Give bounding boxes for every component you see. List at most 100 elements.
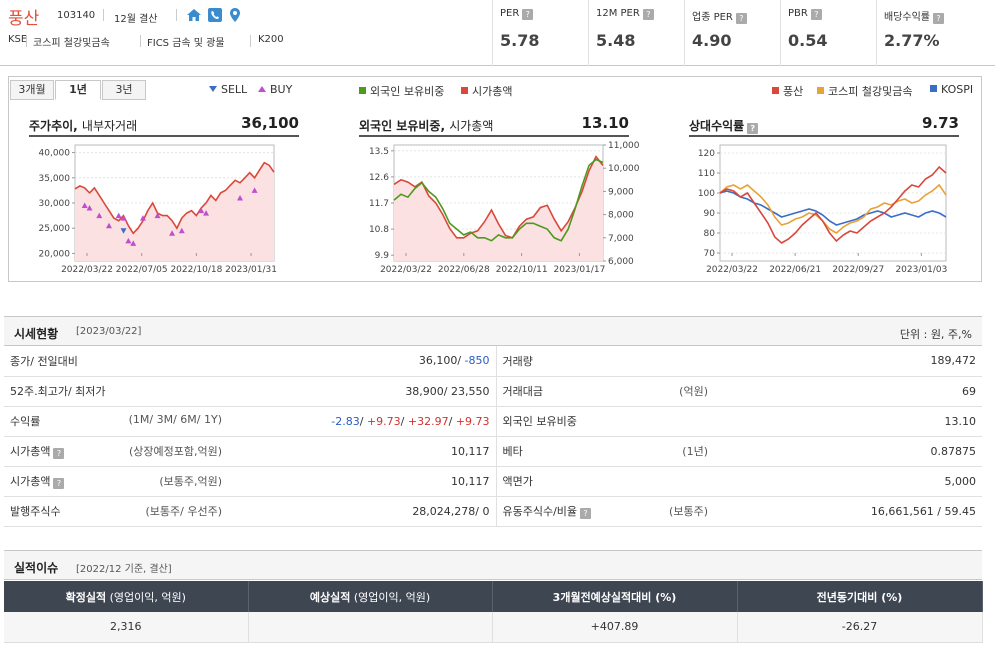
- y-tick-label-right: 8,000: [608, 211, 634, 221]
- stat-table: 종가/ 전일대비 36,100/ -850 거래량 189,472 52주.최고…: [4, 346, 982, 527]
- y-tick-label: 25,000: [39, 224, 71, 234]
- metric-value: 0.54: [788, 31, 828, 50]
- y-tick-label: 9.9: [375, 251, 390, 261]
- sell-marker-icon: [209, 86, 217, 92]
- y-tick-label: 13.5: [369, 147, 389, 157]
- metric-label: 12M PER: [596, 8, 640, 19]
- legend-kospi: KOSPI: [930, 83, 973, 96]
- header-divider: [26, 35, 27, 47]
- x-tick-label: 2022/06/21: [769, 265, 821, 275]
- legend-buy: BUY: [258, 83, 292, 96]
- x-tick-label: 2022/06/28: [438, 265, 490, 275]
- market-tag: KSE: [8, 34, 28, 45]
- legend-sell: SELL: [209, 83, 247, 96]
- company-name[interactable]: 풍산: [8, 4, 39, 29]
- table-row: 수익률 (1M/ 3M/ 6M/ 1Y) -2.83/ +9.73/ +32.97…: [4, 406, 982, 437]
- earnings-table: 확정실적 (영업이익, 억원) 예상실적 (영업이익, 억원) 3개월전예상실적…: [4, 581, 983, 643]
- help-icon[interactable]: ?: [53, 478, 65, 489]
- stat-label: 발행주식수 (보통주/ 우선주): [4, 496, 228, 527]
- phone-icon[interactable]: [207, 7, 223, 23]
- unit-label: 단위 : 원, 주,%: [899, 328, 972, 341]
- tab-3m[interactable]: 3개월: [10, 80, 54, 100]
- stat-label: 유동주식수/비율? (보통주): [496, 496, 714, 527]
- company-code: 103140: [57, 10, 96, 21]
- table-header-row: 확정실적 (영업이익, 억원) 예상실적 (영업이익, 억원) 3개월전예상실적…: [4, 581, 983, 612]
- earnings-section-header: 실적이슈 [2022/12 기준, 결산]: [4, 550, 982, 580]
- y-tick-label: 90: [704, 209, 716, 219]
- stat-label: 베타 (1년): [496, 436, 714, 467]
- metric-label: 배당수익률: [884, 12, 930, 23]
- header-divider: [176, 9, 177, 21]
- help-icon[interactable]: ?: [735, 13, 747, 24]
- y-tick-label: 70: [704, 249, 716, 259]
- x-tick-label: 2022/03/22: [61, 265, 113, 275]
- stat-value: 10,117: [228, 466, 497, 497]
- table-row: 시가총액? (상장예정포함,억원) 10,117 베타 (1년) 0.87875: [4, 436, 982, 467]
- stat-value: 16,661,561 / 59.45: [714, 496, 982, 527]
- y-tick-label-right: 6,000: [608, 257, 634, 267]
- foreign-ratio-chart: 13.5 12.6 11.7 10.8 9.9 11,000 10,000 9,000 8,00…: [369, 141, 640, 275]
- tab-1y[interactable]: 1년: [55, 80, 101, 100]
- y-tick-label: 80: [704, 229, 716, 239]
- help-icon[interactable]: ?: [522, 9, 534, 20]
- help-icon[interactable]: ?: [642, 9, 654, 20]
- section-title: 실적이슈: [14, 561, 59, 575]
- legend-poongsan: 풍산: [772, 83, 803, 99]
- stat-value: 28,024,278/ 0: [228, 496, 497, 527]
- section-date: [2023/03/22]: [76, 326, 142, 337]
- help-icon[interactable]: ?: [53, 448, 65, 459]
- help-icon[interactable]: ?: [810, 9, 822, 20]
- metric-dividend-yield: 배당수익률? 2.77%: [876, 0, 995, 66]
- map-pin-icon[interactable]: [227, 7, 243, 23]
- stat-label: 시가총액? (상장예정포함,억원): [4, 436, 228, 467]
- legend-foreign-ratio: 외국인 보유비중: [359, 83, 444, 99]
- metric-label: PER: [500, 8, 520, 19]
- y-tick-label: 20,000: [39, 249, 71, 259]
- y-tick-label: 30,000: [39, 199, 71, 209]
- fics-tag[interactable]: FICS 금속 및 광물: [147, 34, 225, 49]
- header-divider: [140, 35, 141, 47]
- stat-value: 189,472: [714, 346, 982, 377]
- stat-label: 액면가: [496, 466, 714, 497]
- sector-tag[interactable]: 코스피 철강및금속: [33, 34, 110, 49]
- return-values: -2.83/ +9.73/ +32.97/ +9.73: [228, 406, 497, 437]
- table-row: 종가/ 전일대비 36,100/ -850 거래량 189,472: [4, 346, 982, 377]
- section-title: 시세현황: [14, 327, 59, 341]
- x-tick-label: 2023/01/03: [895, 265, 947, 275]
- y-tick-label: 11.7: [369, 199, 389, 209]
- stat-value: 5,000: [714, 466, 982, 497]
- help-icon[interactable]: ?: [933, 13, 944, 24]
- legend-sector: 코스피 철강및금속: [817, 83, 912, 99]
- stat-value: 10,117: [228, 436, 497, 467]
- stat-value: 38,900/ 23,550: [228, 376, 497, 407]
- metric-sector-per: 업종 PER? 4.90: [684, 0, 780, 66]
- fiscal-label: 12월 결산: [114, 14, 158, 25]
- column-header: 예상실적 (영업이익, 억원): [248, 581, 493, 612]
- y-tick-label: 100: [698, 189, 715, 199]
- x-tick-label: 2023/01/31: [225, 265, 277, 275]
- x-tick-label: 2022/10/18: [170, 265, 222, 275]
- y-tick-label-right: 9,000: [608, 187, 634, 197]
- tab-3y[interactable]: 3년: [102, 80, 146, 100]
- stat-value: 0.87875: [714, 436, 982, 467]
- stat-label: 외국인 보유비중: [496, 406, 714, 437]
- header-divider: [103, 9, 104, 21]
- index-tag: K200: [258, 34, 284, 45]
- table-row: 시가총액? (보통주,억원) 10,117 액면가 5,000: [4, 466, 982, 497]
- help-icon[interactable]: ?: [580, 508, 592, 519]
- chart-title-foreign: 외국인 보유비중, 시가총액: [359, 119, 494, 133]
- y-tick-label-right: 10,000: [608, 164, 640, 174]
- x-tick-label: 2022/09/27: [832, 265, 884, 275]
- section-date: [2022/12 기준, 결산]: [76, 564, 172, 575]
- column-header: 전년동기대비 (%): [737, 581, 983, 612]
- x-tick-label: 2022/03/22: [706, 265, 758, 275]
- home-icon[interactable]: [186, 7, 202, 23]
- metric-value: 4.90: [692, 31, 732, 50]
- stat-value: 13.10: [714, 406, 982, 437]
- stat-label: 52주.최고가/ 최저가: [4, 376, 228, 407]
- metric-12m-per: 12M PER? 5.48: [588, 0, 684, 66]
- chart-panel: 3개월 1년 3년 SELL BUY 외국인 보유비중 시가총액 풍산 코스피 …: [8, 76, 982, 282]
- metric-value: 2.77%: [884, 31, 940, 50]
- stat-label: 수익률 (1M/ 3M/ 6M/ 1Y): [4, 406, 228, 437]
- help-icon[interactable]: ?: [747, 123, 759, 134]
